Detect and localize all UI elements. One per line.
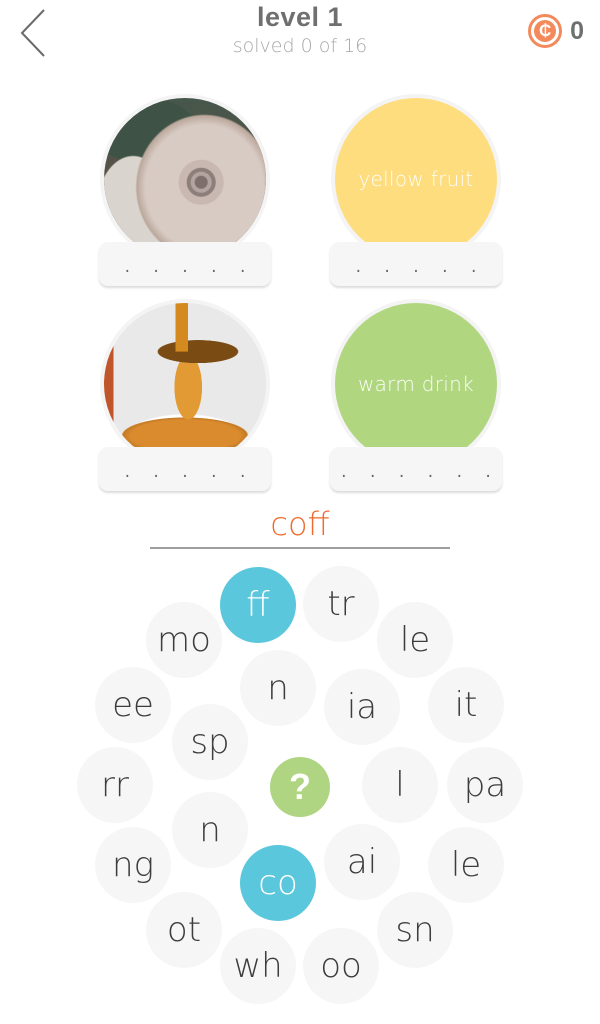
clue-image-snail: [104, 98, 266, 260]
syllable-tile[interactable]: co: [240, 845, 316, 921]
syllable-tile[interactable]: n: [240, 650, 316, 726]
syllable-tile[interactable]: n: [172, 792, 248, 868]
level-title: level 1: [256, 2, 344, 32]
clue-card-3[interactable]: . . . . .: [99, 299, 271, 499]
syllable-tile[interactable]: oo: [303, 928, 379, 1004]
syllable-tile[interactable]: mo: [146, 602, 222, 678]
answer-slot-dots: . . . . . .: [339, 465, 499, 481]
progress-subtitle: solved 0 of 16: [232, 35, 368, 57]
snail-shell-photo: [104, 98, 266, 260]
syllable-tile[interactable]: ee: [95, 667, 171, 743]
syllable-tile[interactable]: l: [362, 747, 438, 823]
clue-card-4[interactable]: warm drink . . . . . .: [330, 299, 502, 499]
coin-icon: ₵: [528, 14, 563, 48]
clue-image-honey: [104, 303, 266, 465]
answer-slot: . . . . .: [99, 242, 271, 286]
answer-slot-dots: . . . . .: [354, 260, 484, 276]
syllable-tile[interactable]: ng: [95, 827, 171, 903]
syllable-tile[interactable]: pa: [447, 747, 523, 823]
coin-count: 0: [570, 16, 584, 45]
honey-photo: [104, 303, 266, 465]
syllable-tile[interactable]: ot: [146, 892, 222, 968]
syllable-tile[interactable]: tr: [303, 566, 379, 642]
answer-slot: . . . . .: [99, 447, 271, 491]
clue-card-1[interactable]: . . . . .: [99, 94, 271, 294]
current-answer: coff: [270, 505, 330, 543]
syllable-tile[interactable]: it: [428, 667, 504, 743]
clue-hint-circle: yellow fruit: [335, 98, 497, 260]
syllable-tile[interactable]: rr: [77, 747, 153, 823]
help-icon: ?: [289, 766, 311, 807]
clue-hint-text: warm drink: [357, 372, 475, 396]
answer-slot-dots: . . . . .: [123, 260, 253, 276]
clue-hint-circle: warm drink: [335, 303, 497, 465]
answer-slot: . . . . . .: [330, 447, 502, 491]
answer-slot-dots: . . . . .: [123, 465, 253, 481]
syllable-tile[interactable]: le: [377, 602, 453, 678]
syllable-tile[interactable]: le: [428, 827, 504, 903]
syllable-tile[interactable]: ai: [324, 824, 400, 900]
syllable-tile[interactable]: sp: [172, 704, 248, 780]
clue-card-2[interactable]: yellow fruit . . . . .: [330, 94, 502, 294]
syllable-tile[interactable]: ff: [220, 567, 296, 643]
syllable-tile[interactable]: wh: [220, 928, 296, 1004]
help-button[interactable]: ?: [270, 757, 330, 817]
clue-hint-text: yellow fruit: [358, 167, 474, 191]
answer-slot: . . . . .: [330, 242, 502, 286]
syllable-tile[interactable]: sn: [377, 892, 453, 968]
syllable-tile[interactable]: ia: [324, 669, 400, 745]
coin-balance[interactable]: ₵ 0: [528, 14, 584, 48]
answer-underline: [150, 547, 450, 549]
